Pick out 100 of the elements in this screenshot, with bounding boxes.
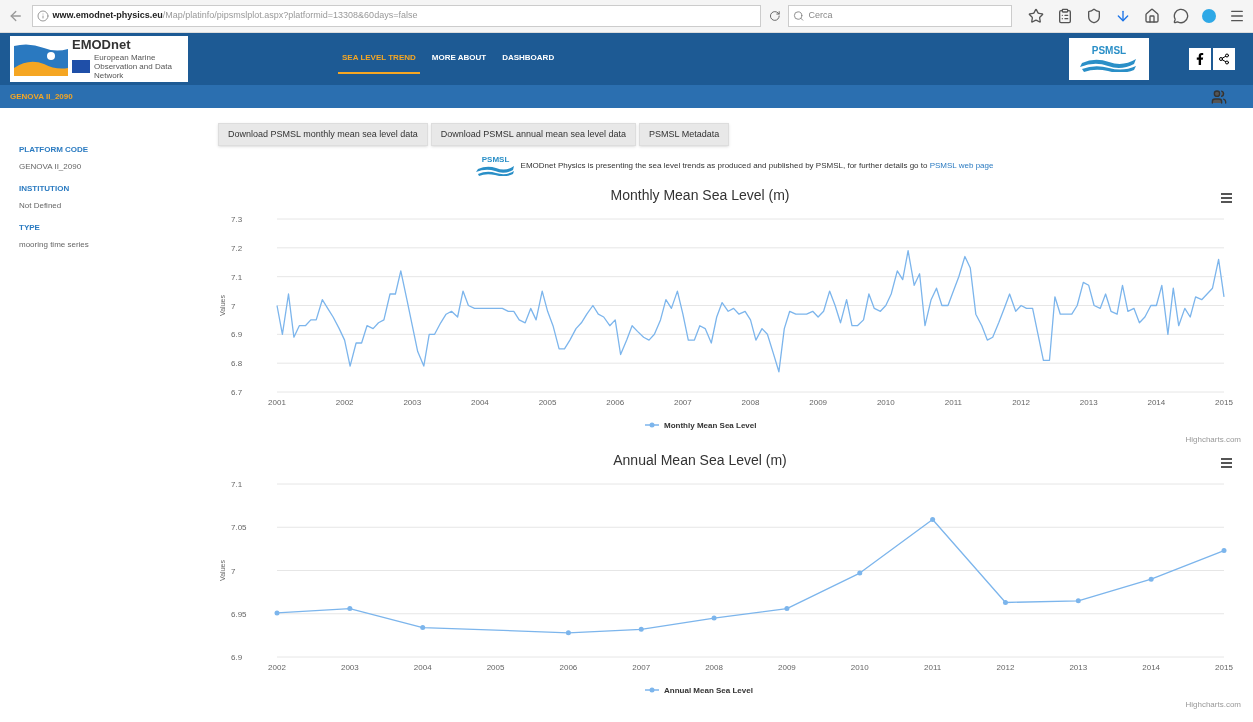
action-button[interactable]: Download PSMSL annual mean sea level data — [430, 123, 637, 146]
data-point — [347, 606, 353, 612]
x-tick-label: 2012 — [1012, 398, 1030, 407]
chart-title: Monthly Mean Sea Level (m) — [610, 187, 790, 203]
y-tick-label: 7.05 — [231, 523, 247, 533]
data-point — [1002, 600, 1008, 605]
x-tick-label: 2006 — [606, 398, 625, 407]
data-point — [274, 610, 280, 616]
x-tick-label: 2007 — [673, 398, 692, 407]
y-tick-label: 6.9 — [231, 653, 243, 662]
field-label: PLATFORM CODE — [19, 144, 90, 156]
reload-icon[interactable] — [768, 10, 781, 22]
user-icon[interactable] — [1211, 88, 1227, 105]
x-tick-label: 2009 — [809, 398, 828, 407]
x-tick-label: 2014 — [1142, 663, 1161, 672]
share-icon[interactable] — [1213, 48, 1235, 70]
action-button[interactable]: PSMSL Metadata — [639, 123, 730, 146]
partner-logo-text: PSMSL — [1091, 46, 1127, 56]
psmsl-link[interactable]: PSMSL web page — [929, 161, 994, 170]
url-path: /Map/platinfo/pipsmslplot.aspx?platformid=13308&60days=false — [162, 9, 418, 23]
y-tick-label: 6.7 — [231, 388, 243, 397]
search-field[interactable]: Cerca — [788, 5, 1012, 27]
field-value: Not Defined — [19, 200, 63, 212]
x-tick-label: 2004 — [413, 663, 432, 672]
x-tick-label: 2001 — [268, 398, 286, 407]
field-value: mooring time series — [19, 239, 90, 251]
facebook-icon[interactable] — [1189, 48, 1211, 70]
shield-icon[interactable] — [1086, 8, 1102, 24]
x-tick-label: 2013 — [1079, 398, 1098, 407]
x-tick-label: 2010 — [850, 663, 869, 672]
data-point — [565, 630, 571, 636]
x-tick-label: 2011 — [944, 398, 963, 407]
address-bar[interactable]: www.emodnet-physics.eu/Map/platinfo/pipsmslplot.aspx?platformid=13308&60days=false — [31, 5, 761, 27]
legend-marker-icon — [644, 422, 660, 428]
data-point — [930, 516, 936, 522]
x-tick-label: 2002 — [268, 663, 286, 672]
x-tick-label: 2004 — [471, 398, 489, 407]
map-logo-drawing — [14, 42, 68, 76]
data-point — [784, 606, 790, 612]
data-point — [711, 615, 717, 621]
y-tick-label: 6.95 — [231, 609, 247, 619]
y-tick-label: 7.2 — [231, 243, 243, 253]
legend-item[interactable]: Monthly Mean Sea Level — [664, 421, 757, 430]
data-point — [1221, 548, 1227, 554]
menu-icon[interactable] — [1221, 193, 1232, 203]
x-tick-label: 2011 — [924, 663, 942, 672]
flag-icon — [72, 60, 90, 73]
url-host: www.emodnet-physics.eu — [52, 9, 163, 23]
x-tick-label: 2005 — [486, 663, 505, 672]
action-button[interactable]: Download PSMSL monthly mean sea level data — [218, 123, 428, 146]
notice-text: EMODnet Physics is presenting the sea level trends as produced and published by PSMSL, for further details go to PSMSL web page — [520, 160, 994, 172]
data-point — [1148, 576, 1154, 582]
field-label: INSTITUTION — [19, 183, 71, 195]
x-tick-label: 2015 — [1215, 398, 1233, 407]
download-icon[interactable] — [1115, 8, 1131, 24]
partner-logo[interactable]: PSMSL — [1069, 38, 1149, 80]
data-point — [638, 626, 644, 632]
chat-icon[interactable] — [1173, 8, 1189, 24]
search-icon — [793, 10, 805, 22]
x-tick-label: 2002 — [335, 398, 354, 407]
y-tick-label: 7.1 — [231, 272, 243, 282]
y-tick-label: 7 — [231, 301, 236, 311]
x-tick-label: 2014 — [1147, 398, 1166, 407]
clipboard-icon[interactable] — [1057, 8, 1073, 24]
x-tick-label: 2003 — [340, 663, 359, 672]
x-tick-label: 2013 — [1069, 663, 1088, 672]
data-point — [420, 625, 426, 631]
menu-icon[interactable] — [1229, 8, 1245, 24]
y-tick-label: 7 — [231, 566, 236, 576]
y-tick-label: 6.9 — [231, 330, 243, 340]
nav-link[interactable]: DASHBOARD — [498, 44, 559, 74]
x-tick-label: 2008 — [705, 663, 723, 672]
legend-marker-icon — [644, 687, 660, 693]
data-point — [1075, 598, 1081, 604]
logo-subtitle: European Marine Observation and Data Network — [94, 53, 173, 80]
star-icon[interactable] — [1028, 8, 1044, 24]
site-logo[interactable]: EMODnet European Marine Observation and Data Network — [10, 36, 188, 82]
legend-item[interactable]: Annual Mean Sea Level — [664, 686, 753, 695]
data-point — [857, 570, 863, 576]
x-tick-label: 2012 — [996, 663, 1015, 672]
logo-title: EMODnet — [72, 38, 132, 51]
home-icon[interactable] — [1144, 8, 1160, 24]
nav-link[interactable]: SEA LEVEL TREND — [338, 44, 420, 74]
x-tick-label: 2003 — [403, 398, 422, 407]
x-tick-label: 2006 — [559, 663, 578, 672]
search-input[interactable]: Cerca — [808, 9, 1007, 23]
nav-link[interactable]: MORE ABOUT — [427, 44, 491, 74]
x-tick-label: 2008 — [741, 398, 760, 407]
chart-title: Annual Mean Sea Level (m) — [613, 452, 787, 468]
waves-icon — [475, 164, 516, 176]
x-tick-label: 2007 — [632, 663, 651, 672]
y-tick-label: 6.8 — [231, 359, 243, 369]
x-tick-label: 2005 — [538, 398, 557, 407]
x-tick-label: 2009 — [778, 663, 796, 672]
x-tick-label: 2010 — [876, 398, 895, 407]
menu-icon[interactable] — [1221, 458, 1232, 468]
platform-title: GENOVA II_2090 — [10, 90, 73, 103]
y-tick-label: 7.3 — [231, 215, 243, 224]
x-tick-label: 2015 — [1215, 663, 1233, 672]
waves-icon — [1080, 56, 1138, 72]
